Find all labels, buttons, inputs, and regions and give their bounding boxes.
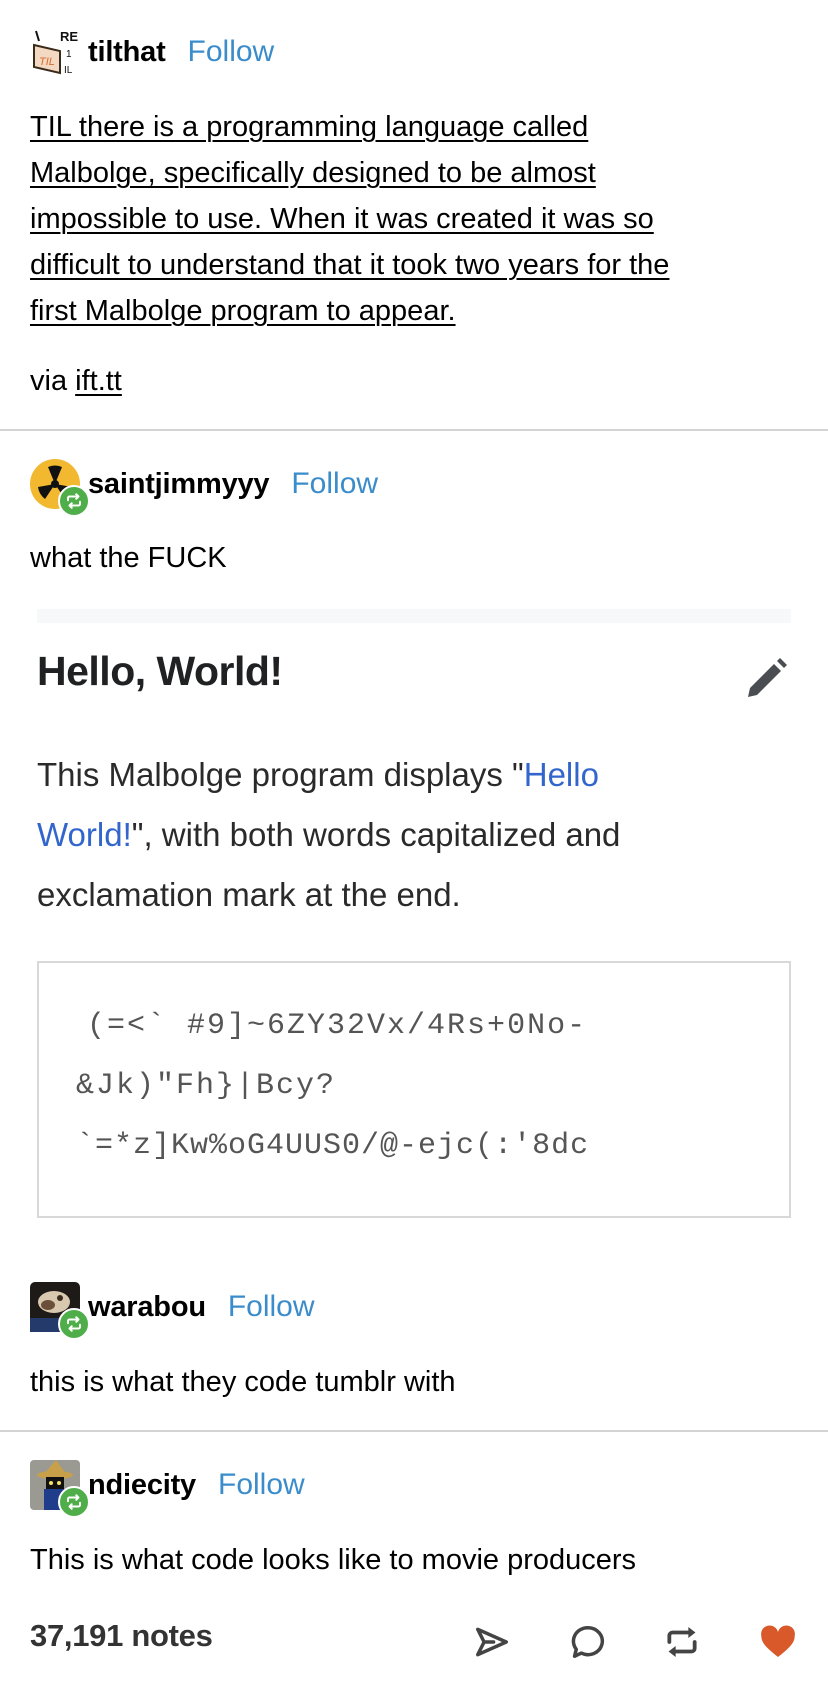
svg-text:RE: RE	[60, 29, 78, 44]
username[interactable]: saintjimmyyy	[88, 468, 270, 501]
follow-button[interactable]: Follow	[291, 467, 378, 501]
avatar-warabou[interactable]	[30, 1282, 90, 1340]
reblog-badge	[58, 1486, 90, 1518]
body-line[interactable]: difficult to understand that it took two…	[30, 242, 810, 288]
avatar-saintjimmyyy[interactable]	[30, 459, 90, 517]
embed-top-band	[37, 609, 791, 623]
body-line[interactable]: TIL there is a programming language call…	[30, 104, 810, 150]
via-link[interactable]: ift.tt	[75, 365, 122, 397]
post-header-tilthat: TIL RE 1 IL tilthat Follow	[30, 26, 274, 78]
post-divider	[0, 1430, 828, 1432]
post-body: this is what they code tumblr with	[30, 1366, 456, 1398]
like-button[interactable]	[756, 1620, 800, 1664]
avatar-tilthat[interactable]: TIL RE 1 IL	[30, 27, 80, 77]
body-line[interactable]: impossible to use. When it was created i…	[30, 196, 810, 242]
reblog-button[interactable]	[660, 1620, 704, 1664]
post-body-link[interactable]: TIL there is a programming language call…	[30, 104, 810, 334]
username[interactable]: tilthat	[88, 36, 166, 69]
embed-title: Hello, World!	[37, 648, 283, 694]
reblog-badge	[58, 1308, 90, 1340]
post-body: This is what code looks like to movie pr…	[30, 1544, 637, 1576]
post-body: what the FUCK	[30, 542, 227, 574]
via-prefix: via	[30, 365, 68, 397]
via-line: via ift.tt	[30, 358, 122, 404]
embed-para-line: exclamation mark at the end.	[37, 876, 461, 913]
comment-icon	[571, 1626, 605, 1658]
svg-text:TIL: TIL	[39, 56, 55, 68]
embed-text: This Malbolge program displays "	[37, 756, 524, 793]
reply-button[interactable]	[566, 1620, 610, 1664]
reblog-badge	[58, 485, 90, 517]
share-button[interactable]	[470, 1620, 514, 1664]
reblog-icon	[67, 493, 81, 509]
post-header-ndiecity: ndiecity Follow	[30, 1459, 305, 1518]
follow-button[interactable]: Follow	[228, 1290, 315, 1324]
body-line[interactable]: first Malbolge program to appear.	[30, 288, 810, 334]
code-line: (=<` #9]~6ZY32Vx/4Rs+0No-	[67, 1009, 588, 1043]
embed-link: World!	[37, 816, 132, 853]
follow-button[interactable]: Follow	[188, 35, 275, 69]
post-header-saintjimmyyy: saintjimmyyy Follow	[30, 458, 378, 517]
til-logo-icon: TIL RE 1 IL	[30, 27, 80, 77]
post-header-warabou: warabou Follow	[30, 1281, 315, 1340]
code-block: (=<` #9]~6ZY32Vx/4Rs+0No- &Jk)"Fh}|Bcy? …	[37, 961, 791, 1218]
embed-para-line: This Malbolge program displays "Hello	[37, 745, 757, 805]
username[interactable]: warabou	[88, 1291, 206, 1324]
svg-text:1: 1	[66, 49, 72, 60]
post-divider	[0, 429, 828, 431]
code-line: &Jk)"Fh}|Bcy?	[76, 1069, 337, 1103]
reblog-icon	[667, 1626, 697, 1658]
pencil-icon	[742, 655, 790, 703]
embed-paragraph: This Malbolge program displays "Hello Wo…	[37, 745, 757, 925]
avatar-ndiecity[interactable]	[30, 1460, 90, 1518]
notes-count[interactable]: 37,191 notes	[30, 1618, 213, 1654]
username[interactable]: ndiecity	[88, 1469, 196, 1502]
reblog-icon	[67, 1494, 81, 1510]
reblog-icon	[67, 1316, 81, 1332]
embed-text: ", with both words capitalized and	[131, 816, 621, 853]
code-line: `=*z]Kw%oG4UUS0/@-ejc(:'8dc	[76, 1129, 590, 1163]
heart-icon	[761, 1625, 795, 1657]
send-icon	[476, 1627, 508, 1657]
follow-button[interactable]: Follow	[218, 1468, 305, 1502]
embed-para-line: World!", with both words capitalized and	[37, 805, 757, 865]
embed-link: Hello	[523, 756, 599, 793]
body-line[interactable]: Malbolge, specifically designed to be al…	[30, 150, 810, 196]
svg-text:IL: IL	[64, 65, 73, 76]
